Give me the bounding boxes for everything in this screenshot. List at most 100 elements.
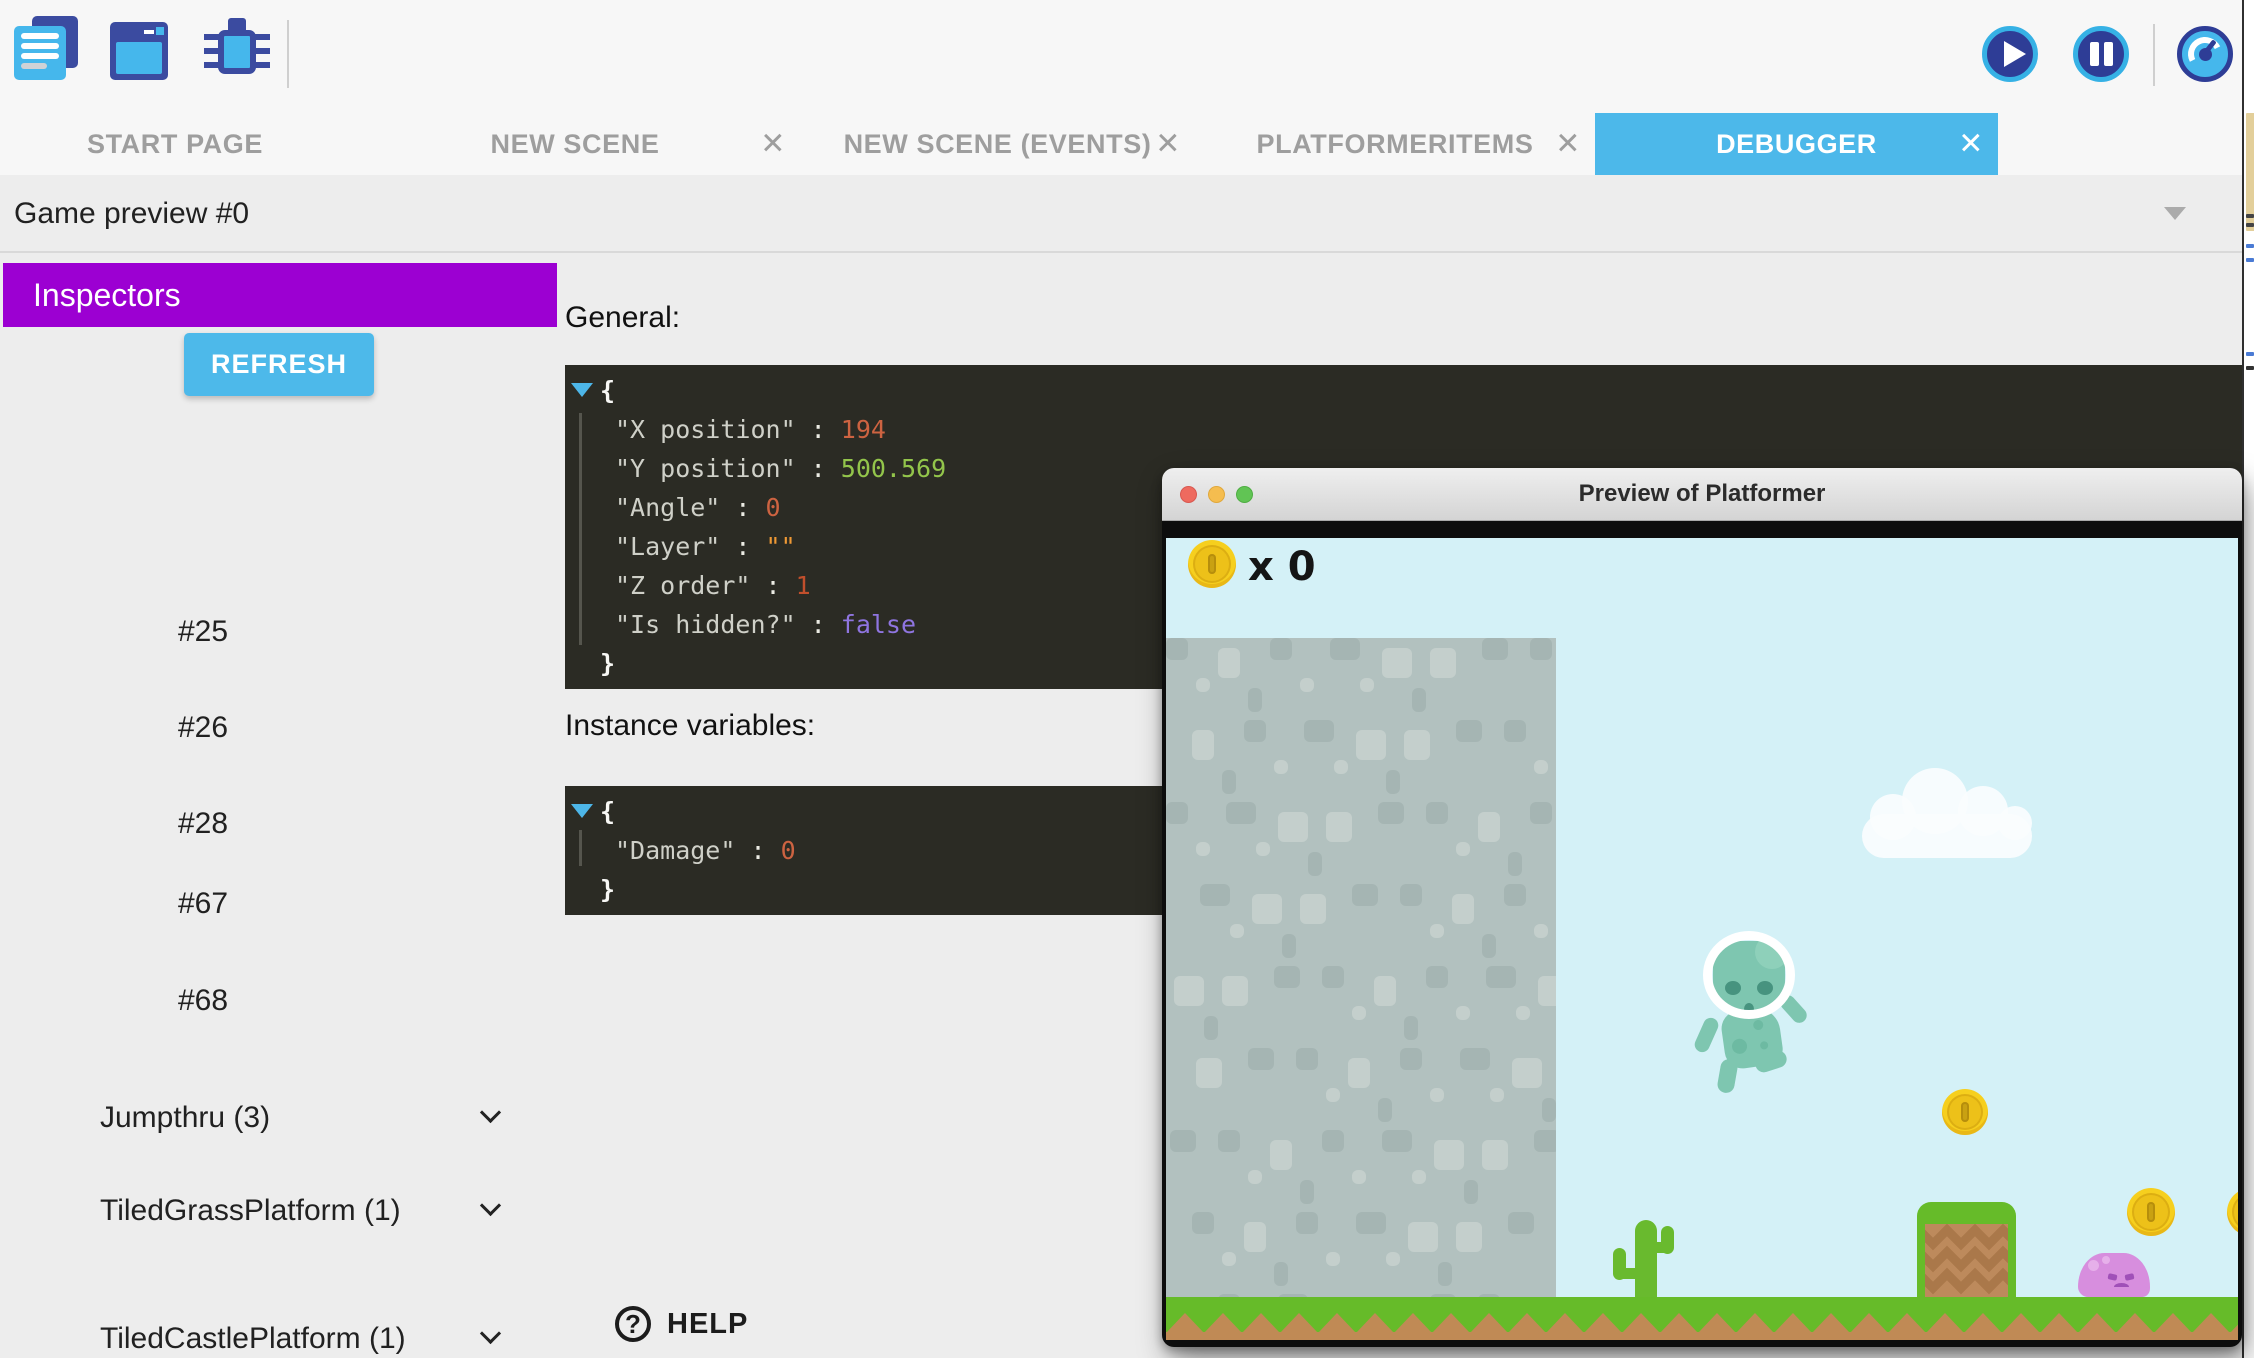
coin-sprite <box>1942 1089 1988 1135</box>
code-token: } <box>600 875 615 904</box>
scene-window-icon[interactable] <box>110 16 176 86</box>
code-token: 0 <box>766 493 781 522</box>
close-traffic-light[interactable] <box>1180 486 1197 503</box>
list-item-label: TiledCastlePlatform (1) <box>100 1320 440 1357</box>
help-label: HELP <box>667 1308 748 1341</box>
code-token: "Y position" <box>615 454 796 483</box>
profiler-gauge-button[interactable] <box>2177 26 2233 82</box>
code-token: : <box>720 532 765 561</box>
cactus-sprite <box>1613 1214 1679 1297</box>
tab-close-icon[interactable]: ✕ <box>1155 127 1181 162</box>
code-token: "Z order" <box>615 571 750 600</box>
tab-platformeritems[interactable]: PLATFORMERITEMS✕ <box>1195 113 1595 175</box>
list-item-label: #26 <box>100 711 228 744</box>
code-token: "Angle" <box>615 493 720 522</box>
tab-label: NEW SCENE <box>491 129 660 160</box>
tab-label: NEW SCENE (EVENTS) <box>844 129 1152 160</box>
code-token: } <box>600 649 615 678</box>
game-viewport[interactable]: x 0 <box>1166 538 2238 1340</box>
tab-close-icon[interactable]: ✕ <box>1958 127 1984 162</box>
code-token: : <box>796 610 841 639</box>
list-item-label: #68 <box>100 984 228 1017</box>
pause-icon <box>2090 42 2099 66</box>
question-mark-icon: ? <box>615 1306 651 1342</box>
code-token: "Layer" <box>615 532 720 561</box>
play-button[interactable] <box>1982 26 2038 82</box>
code-token: { <box>600 797 615 826</box>
object-group-jumpthru-3-[interactable]: Jumpthru (3) <box>100 1099 512 1136</box>
instance-variables-title: Instance variables: <box>565 709 815 743</box>
chevron-down-icon[interactable] <box>480 1195 501 1216</box>
scenes-list-icon[interactable] <box>14 16 80 86</box>
chevron-down-icon[interactable] <box>480 1323 501 1344</box>
refresh-button[interactable]: REFRESH <box>184 333 374 396</box>
chevron-down-icon[interactable] <box>480 1102 501 1123</box>
dirt-chevron-texture <box>1925 1224 2008 1297</box>
grass-platform-sprite <box>1917 1202 2016 1297</box>
pause-button[interactable] <box>2073 26 2129 82</box>
inspectors-header-label: Inspectors <box>33 277 181 314</box>
zoom-traffic-light[interactable] <box>1236 486 1253 503</box>
toolbar-divider <box>287 20 289 88</box>
instance--28[interactable]: #28 <box>100 807 512 841</box>
tab-debugger[interactable]: DEBUGGER ✕ <box>1595 113 1998 175</box>
toolbar-divider-2 <box>2153 24 2155 86</box>
code-token: 194 <box>841 415 886 444</box>
tab-new-scene[interactable]: NEW SCENE ✕ <box>350 113 800 175</box>
tab-close-icon[interactable]: ✕ <box>1555 127 1581 162</box>
hud-coin-icon <box>1188 540 1236 588</box>
collapse-triangle-icon[interactable] <box>571 383 593 397</box>
code-token: "Damage" <box>615 836 735 865</box>
code-line: "X position" : 194 <box>565 410 2243 449</box>
code-token: : <box>735 836 780 865</box>
general-section-title: General: <box>565 301 680 335</box>
instance--68[interactable]: #68 <box>100 984 512 1018</box>
code-token: 1 <box>796 571 811 600</box>
code-token: false <box>841 610 916 639</box>
object-group-tiledcastleplatform-1-[interactable]: TiledCastlePlatform (1) <box>100 1320 512 1357</box>
instance--25[interactable]: #25 <box>100 615 512 649</box>
list-item-label: Jumpthru (3) <box>100 1099 440 1136</box>
top-toolbar <box>0 0 2254 113</box>
scenes-list-icon-front <box>14 26 66 80</box>
chevron-down-icon <box>2164 207 2186 220</box>
code-line: { <box>565 371 2243 410</box>
gdevelop-debugger-screen: START PAGENEW SCENE✕NEW SCENE (EVENTS)✕P… <box>0 0 2254 1358</box>
collapse-triangle-icon[interactable] <box>571 804 593 818</box>
list-item-label: #25 <box>100 615 228 648</box>
code-token: : <box>796 415 841 444</box>
tab-label: START PAGE <box>87 129 263 160</box>
code-token: 0 <box>781 836 796 865</box>
object-group-tiledgrassplatform-1-[interactable]: TiledGrassPlatform (1) <box>100 1192 512 1229</box>
cloud-sprite <box>1858 768 2038 864</box>
coin-sprite <box>2127 1188 2175 1236</box>
code-token: : <box>796 454 841 483</box>
tab-start-page[interactable]: START PAGE <box>0 113 350 175</box>
game-preview-selector[interactable]: Game preview #0 <box>0 175 2242 253</box>
castle-wall-sprite <box>1166 638 1556 1297</box>
pink-blob-enemy-sprite <box>2078 1253 2150 1297</box>
preview-window-title: Preview of Platformer <box>1579 480 1826 508</box>
hud-coin-count: x 0 <box>1248 544 1316 590</box>
code-token: "X position" <box>615 415 796 444</box>
play-icon <box>2004 41 2026 67</box>
right-panel-sliver <box>2242 0 2254 1358</box>
tab-new-scene-events-[interactable]: NEW SCENE (EVENTS)✕ <box>800 113 1195 175</box>
code-token: { <box>600 376 615 405</box>
code-token: : <box>750 571 795 600</box>
code-token: "" <box>766 532 796 561</box>
debugger-bug-icon[interactable] <box>204 16 270 86</box>
minimize-traffic-light[interactable] <box>1208 486 1225 503</box>
instance--26[interactable]: #26 <box>100 711 512 745</box>
tab-close-icon[interactable]: ✕ <box>760 127 786 162</box>
tab-label: DEBUGGER <box>1716 129 1877 160</box>
code-token: : <box>720 493 765 522</box>
alien-player-sprite <box>1693 933 1813 1103</box>
help-button[interactable]: ? HELP <box>615 1306 748 1342</box>
instance--67[interactable]: #67 <box>100 887 512 921</box>
tab-bar: START PAGENEW SCENE✕NEW SCENE (EVENTS)✕P… <box>0 113 2254 175</box>
coin-sprite <box>2227 1188 2238 1236</box>
inspectors-header: Inspectors <box>3 263 557 327</box>
code-token: "Is hidden?" <box>615 610 796 639</box>
preview-window-titlebar[interactable]: Preview of Platformer <box>1162 468 2242 521</box>
